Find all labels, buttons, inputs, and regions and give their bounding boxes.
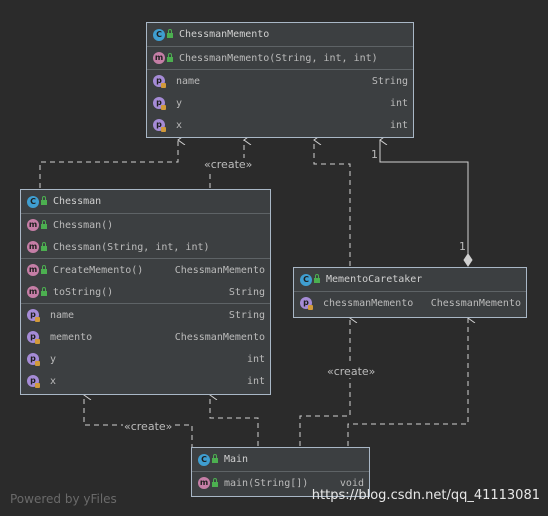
- method-icon: m: [198, 477, 210, 489]
- member-name: y: [176, 97, 183, 109]
- class-icon: C: [27, 195, 39, 208]
- member-type: String: [371, 75, 408, 87]
- member-type: ChessmanMemento: [430, 297, 521, 309]
- member-type: int: [389, 119, 408, 131]
- private-lock-icon: [35, 316, 40, 322]
- member-name: x: [176, 119, 183, 131]
- class-icon: C: [153, 28, 165, 41]
- member-name: CreateMemento(): [53, 264, 144, 276]
- private-lock-icon: [308, 304, 313, 310]
- member-name: name: [50, 309, 75, 321]
- dependency-chessman-to-memento-left: [39, 140, 178, 188]
- member-type: int: [246, 375, 265, 387]
- member-row[interactable]: p y int: [21, 348, 270, 370]
- class-icon: C: [198, 453, 210, 466]
- class-header: C Chessman: [21, 190, 270, 214]
- dependency-caretaker-to-memento: [314, 140, 351, 266]
- member-row[interactable]: m Chessman(String, int, int): [21, 236, 270, 258]
- class-header: C ChessmanMemento: [147, 23, 413, 47]
- method-icon: m: [27, 219, 39, 231]
- class-icon: C: [300, 273, 312, 286]
- class-name: ChessmanMemento: [179, 29, 270, 40]
- member-name: chessmanMemento: [323, 297, 414, 309]
- member-row[interactable]: m toString() String: [21, 281, 270, 303]
- class-chessman[interactable]: C Chessman m Chessman() m Chessman(Strin…: [20, 189, 271, 395]
- private-lock-icon: [161, 126, 166, 132]
- member-name: Chessman(String, int, int): [53, 241, 210, 253]
- member-type: ChessmanMemento: [174, 331, 265, 343]
- member-name: Chessman(): [53, 219, 114, 231]
- public-lock-icon: [212, 454, 218, 463]
- class-chessman-memento[interactable]: C ChessmanMemento m ChessmanMemento(Stri…: [146, 22, 414, 138]
- private-lock-icon: [35, 360, 40, 366]
- member-name: toString(): [53, 286, 114, 298]
- member-name: y: [50, 353, 57, 365]
- public-lock-icon: [41, 264, 47, 274]
- member-type: int: [246, 353, 265, 365]
- member-row[interactable]: m ChessmanMemento(String, int, int): [147, 47, 413, 69]
- constructors-section: m Chessman() m Chessman(String, int, int…: [21, 214, 270, 259]
- member-row[interactable]: m Chessman(): [21, 214, 270, 236]
- public-lock-icon: [41, 286, 47, 296]
- member-row[interactable]: m CreateMemento() ChessmanMemento: [21, 259, 270, 281]
- member-type: int: [389, 97, 408, 109]
- member-name: x: [50, 375, 57, 387]
- class-name: MementoCaretaker: [326, 274, 423, 285]
- multiplicity-caretaker-end: 1: [458, 240, 467, 253]
- member-name: main(String[]): [224, 477, 309, 489]
- aggregation-diamond: [463, 253, 473, 267]
- private-lock-icon: [35, 382, 40, 388]
- method-icon: m: [153, 52, 165, 64]
- class-name: Main: [224, 454, 249, 465]
- public-lock-icon: [41, 241, 47, 251]
- member-row[interactable]: p chessmanMemento ChessmanMemento: [294, 292, 526, 314]
- public-lock-icon: [41, 219, 47, 229]
- public-lock-icon: [167, 52, 173, 62]
- member-row[interactable]: p x int: [147, 114, 413, 136]
- member-row[interactable]: p x int: [21, 370, 270, 392]
- public-lock-icon: [212, 477, 218, 487]
- member-row[interactable]: p memento ChessmanMemento: [21, 326, 270, 348]
- fields-section: p name String p y int p x int: [147, 70, 413, 136]
- method-icon: m: [27, 286, 39, 298]
- class-memento-caretaker[interactable]: C MementoCaretaker p chessmanMemento Che…: [293, 267, 527, 318]
- powered-by-text: Powered by yFiles: [10, 492, 117, 506]
- private-lock-icon: [161, 104, 166, 110]
- watermark-text: https://blog.csdn.net/qq_41113081: [311, 488, 540, 503]
- member-name: ChessmanMemento(String, int, int): [179, 52, 378, 64]
- private-lock-icon: [161, 82, 166, 88]
- public-lock-icon: [41, 196, 47, 205]
- method-icon: m: [27, 264, 39, 276]
- dependency-main-to-caretaker: [347, 318, 468, 446]
- dependency-main-to-caretaker-create: [299, 318, 350, 446]
- private-lock-icon: [35, 338, 40, 344]
- multiplicity-memento-end: 1: [370, 148, 379, 161]
- constructors-section: m ChessmanMemento(String, int, int): [147, 47, 413, 70]
- member-name: memento: [50, 331, 93, 343]
- member-name: name: [176, 75, 201, 87]
- dependency-main-to-chessman: [210, 395, 259, 446]
- methods-section: m CreateMemento() ChessmanMemento m toSt…: [21, 259, 270, 304]
- class-name: Chessman: [53, 196, 102, 207]
- class-header: C MementoCaretaker: [294, 268, 526, 292]
- method-icon: m: [27, 241, 39, 253]
- member-row[interactable]: p name String: [21, 304, 270, 326]
- class-header: C Main: [192, 448, 369, 472]
- public-lock-icon: [167, 29, 173, 38]
- fields-section: p name String p memento ChessmanMemento …: [21, 304, 270, 392]
- member-type: void: [339, 477, 364, 489]
- member-type: String: [228, 309, 265, 321]
- create-label-top: «create»: [203, 158, 254, 171]
- public-lock-icon: [314, 274, 320, 283]
- member-type: String: [228, 286, 265, 298]
- create-label-right: «create»: [326, 365, 377, 378]
- fields-section: p chessmanMemento ChessmanMemento: [294, 292, 526, 314]
- create-label-bottom: «create»: [123, 420, 174, 433]
- member-row[interactable]: p y int: [147, 92, 413, 114]
- aggregation-caretaker-memento: [380, 140, 469, 256]
- member-row[interactable]: p name String: [147, 70, 413, 92]
- member-type: ChessmanMemento: [174, 264, 265, 276]
